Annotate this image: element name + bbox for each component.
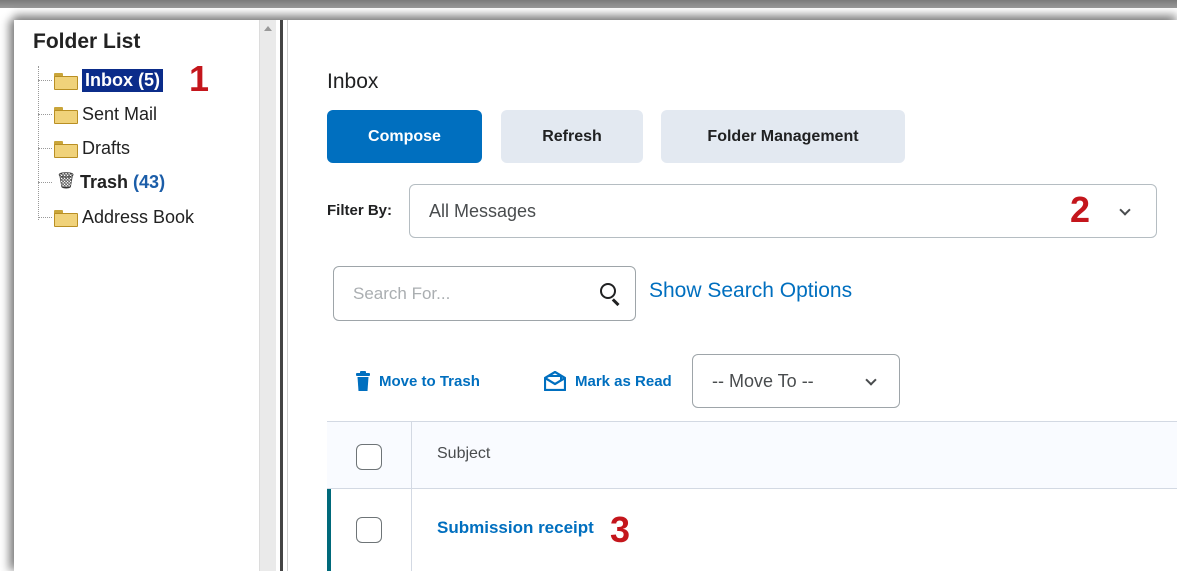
folder-label-address-book: Address Book [82,206,195,227]
trash-icon [356,371,370,391]
tree-dash [38,147,52,149]
chevron-down-icon [865,374,877,386]
table-row: Submission receipt 3 [327,489,1177,571]
folder-item-sent-mail[interactable]: Sent Mail [38,99,157,129]
annotation-2: 2 [1070,189,1091,230]
move-to-trash-label: Move to Trash [379,372,480,390]
table-header: Subject [327,422,1177,489]
main-pane: Inbox Compose Refresh Folder Management … [289,20,1177,571]
screenshot-frame: Folder List Inbox (5) Sent Mail Drafts 🗑… [0,0,1177,571]
folder-label-drafts: Drafts [82,137,131,158]
show-search-options-link[interactable]: Show Search Options [649,279,852,303]
search-placeholder: Search For... [353,284,451,303]
annotation-1: 1 [189,58,210,99]
folder-label-sent-mail: Sent Mail [82,103,158,124]
scroll-up-icon[interactable] [264,26,272,31]
compose-button[interactable]: Compose [327,110,482,163]
mail-open-icon [544,371,566,391]
folder-scrollbar[interactable] [259,20,276,571]
unread-indicator [327,489,331,571]
tree-dash [38,113,52,115]
email-window: Folder List Inbox (5) Sent Mail Drafts 🗑… [14,20,1177,571]
folder-item-address-book[interactable]: Address Book [38,202,194,232]
message-subject-link[interactable]: Submission receipt [437,518,594,538]
page-title: Inbox [327,70,379,93]
pane-splitter[interactable] [276,20,288,571]
folder-label-inbox: Inbox (5) [82,68,164,92]
filter-by-label: Filter By: [327,202,393,219]
folder-icon [54,106,78,124]
trash-count: (43) [133,171,166,192]
filter-selected-value: All Messages [429,201,537,221]
chevron-down-icon [1119,204,1131,216]
folder-item-inbox[interactable]: Inbox (5) [38,65,164,95]
move-to-select[interactable]: -- Move To -- [692,354,900,408]
folder-list-title: Folder List [33,30,141,53]
folder-management-button[interactable]: Folder Management [661,110,905,163]
inbox-label: Inbox [85,69,133,90]
tree-dash [38,181,52,183]
folder-pane: Folder List Inbox (5) Sent Mail Drafts 🗑… [14,20,259,571]
select-all-checkbox[interactable] [356,444,382,470]
tree-dash [38,79,52,81]
inbox-count: (5) [138,69,161,90]
column-separator [411,422,412,571]
message-table: Subject Submission receipt 3 [327,421,1177,571]
folder-label-trash: Trash (43) [80,172,165,193]
refresh-button[interactable]: Refresh [501,110,643,163]
move-to-trash-button[interactable]: Move to Trash [356,371,480,391]
filter-select[interactable]: All Messages 2 [409,184,1157,238]
trash-label: Trash [80,171,129,192]
annotation-3: 3 [610,509,631,550]
trash-icon: 🗑 [56,173,77,190]
row-checkbox[interactable] [356,517,382,543]
folder-icon [54,72,78,90]
folder-item-trash[interactable]: 🗑 Trash (43) [38,167,165,197]
folder-icon [54,140,78,158]
mark-as-read-button[interactable]: Mark as Read [544,371,672,391]
mark-as-read-label: Mark as Read [575,372,672,390]
tree-dash [38,216,52,218]
column-header-subject[interactable]: Subject [437,445,490,463]
search-icon[interactable] [600,283,616,299]
move-to-selected-value: -- Move To -- [712,371,814,391]
folder-item-drafts[interactable]: Drafts [38,133,130,163]
search-input[interactable]: Search For... [333,266,636,321]
folder-icon [54,209,78,227]
